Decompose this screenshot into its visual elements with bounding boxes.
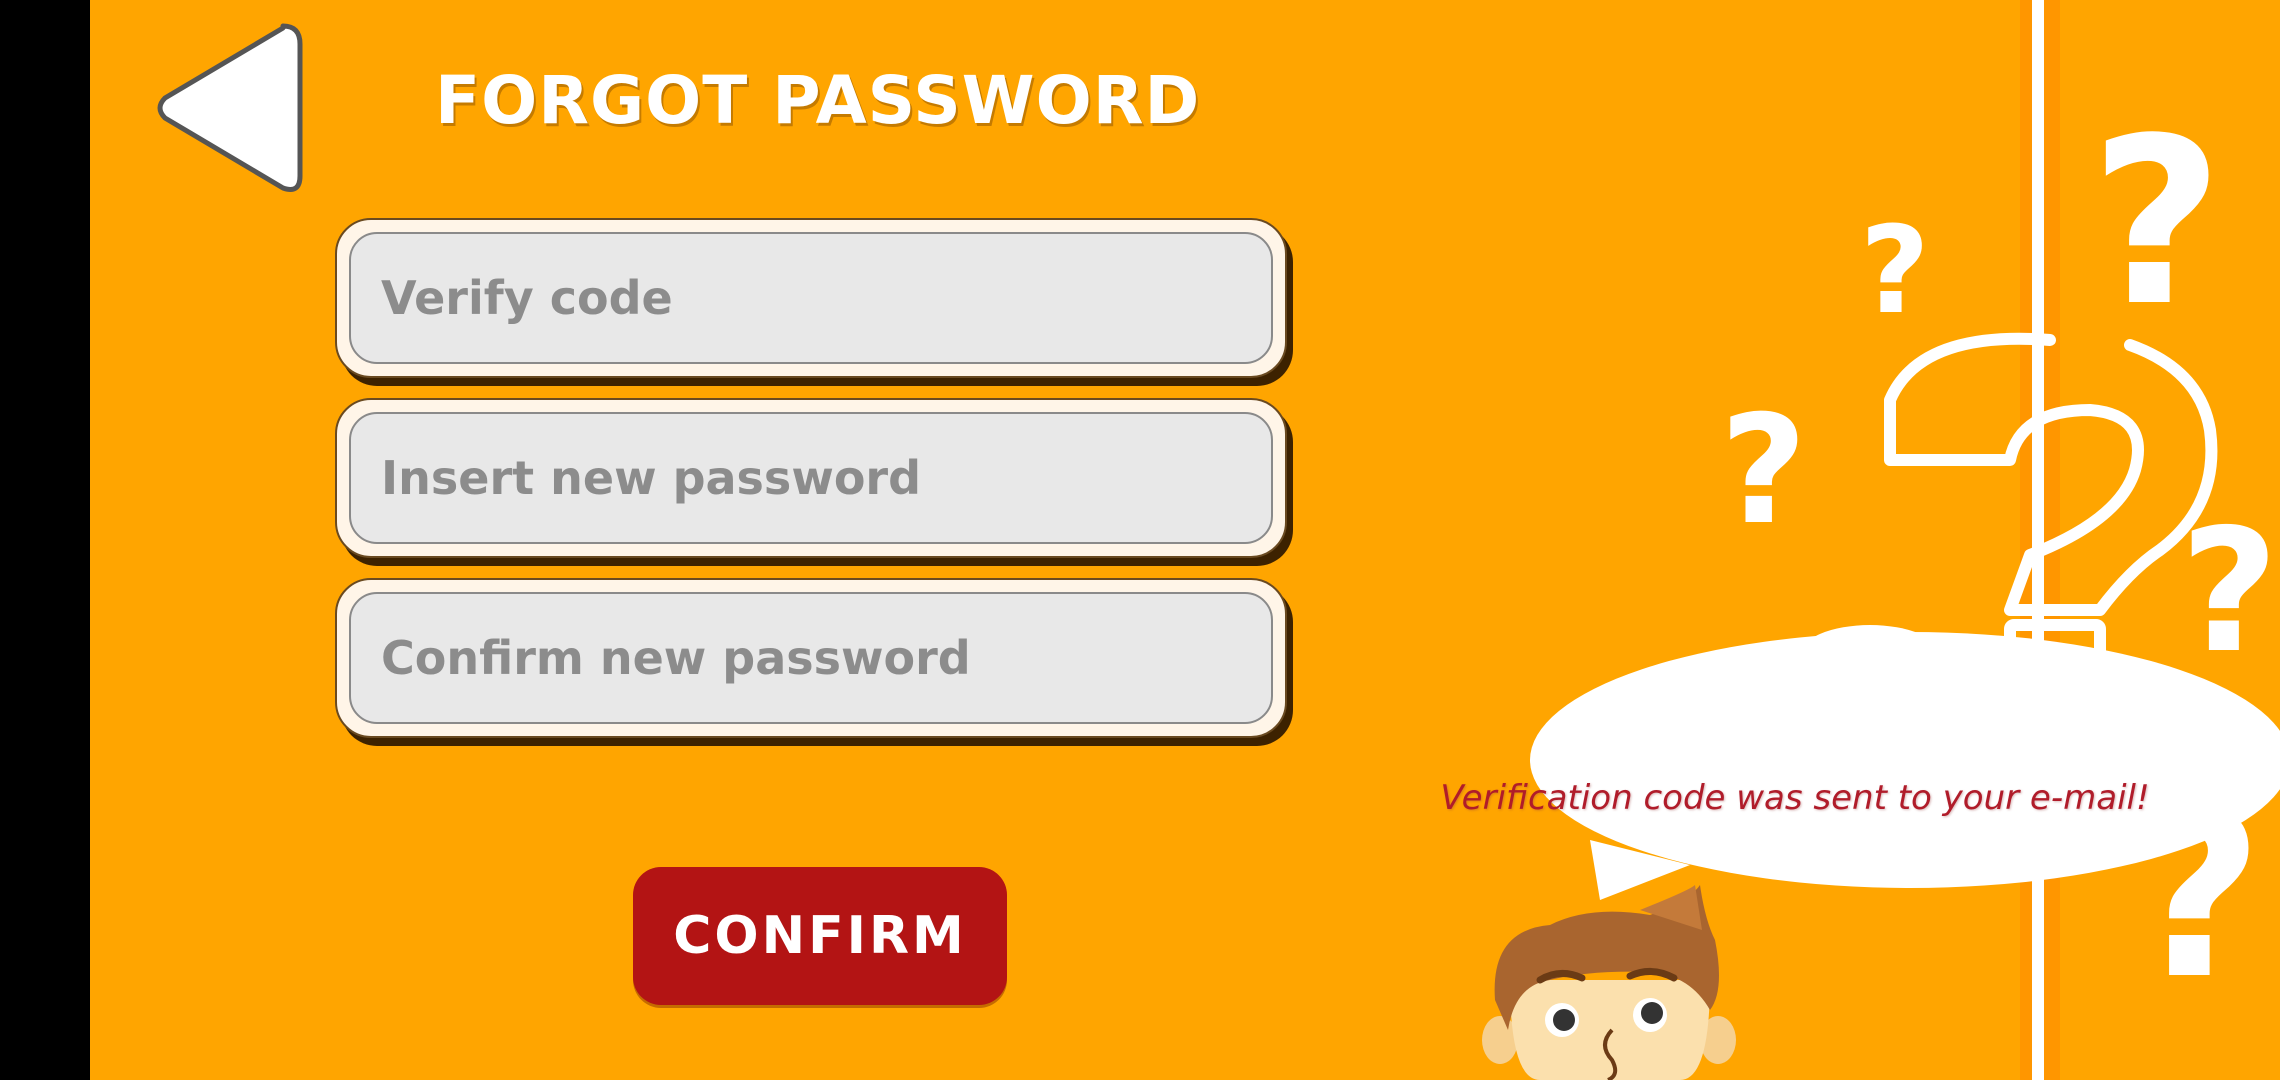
new-password-field-frame bbox=[349, 412, 1273, 544]
confirm-password-field bbox=[335, 578, 1287, 738]
question-mark-icon: ? bbox=[1720, 384, 1807, 558]
question-mark-icon: ? bbox=[2090, 90, 2223, 357]
question-mark-icon: ? bbox=[1860, 202, 1930, 341]
back-button[interactable] bbox=[155, 18, 305, 198]
page-title: FORGOT PASSWORD bbox=[435, 62, 1201, 139]
confirm-button[interactable]: CONFIRM bbox=[633, 867, 1007, 1005]
confirm-password-input[interactable] bbox=[351, 594, 1271, 722]
back-arrow-icon bbox=[157, 23, 303, 192]
verify-code-input[interactable] bbox=[351, 234, 1271, 362]
thinking-boy-illustration bbox=[1482, 885, 1736, 1080]
verify-code-field-frame bbox=[349, 232, 1273, 364]
new-password-field bbox=[335, 398, 1287, 558]
illustration: ? ? ? ? ? bbox=[1390, 0, 2280, 1080]
question-mark-icon: ? bbox=[2180, 493, 2279, 691]
forgot-password-screen: FORGOT PASSWORD CONFIRM bbox=[90, 0, 2280, 1080]
question-marks-illustration: ? ? ? ? ? bbox=[1482, 0, 2280, 1080]
verification-sent-message: Verification code was sent to your e-mai… bbox=[1440, 778, 2150, 818]
screen: FORGOT PASSWORD CONFIRM bbox=[0, 0, 2280, 1080]
confirm-password-field-frame bbox=[349, 592, 1273, 724]
verify-code-field bbox=[335, 218, 1287, 378]
new-password-input[interactable] bbox=[351, 414, 1271, 542]
